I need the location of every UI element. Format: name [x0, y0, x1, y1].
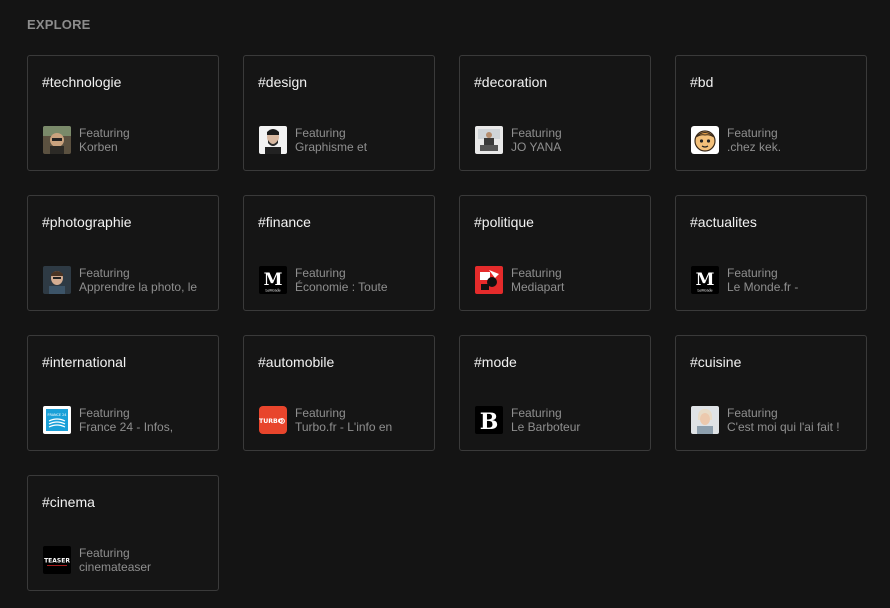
card-meta: Featuring Le Monde.fr -	[727, 266, 859, 294]
explore-card-mode[interactable]: #mode B Featuring Le Barboteur	[459, 335, 651, 451]
featuring-label: Featuring	[727, 406, 778, 420]
lemonde-logo-text: M	[696, 270, 715, 290]
card-tag: #design	[258, 74, 308, 90]
card-meta: Featuring France 24 - Infos,	[79, 406, 211, 434]
card-meta: Featuring .chez kek.	[727, 126, 859, 154]
featuring-label: Featuring	[511, 126, 562, 140]
card-tag: #technologie	[42, 74, 122, 90]
lemonde-logo-icon: M LeMonde	[259, 266, 287, 294]
lemonde-logo-text: M	[264, 270, 283, 290]
explore-card-decoration[interactable]: #decoration Featuring JO YANA	[459, 55, 651, 171]
explore-card-bd[interactable]: #bd Featuring .chez kek.	[675, 55, 867, 171]
card-tag: #cuisine	[690, 354, 742, 370]
featuring-label: Featuring	[79, 546, 130, 560]
explore-card-cinema[interactable]: #cinema TEASER Featuring cinemateaser	[27, 475, 219, 591]
explore-card-international[interactable]: #international FRANCE 24 Featuring Franc…	[27, 335, 219, 451]
france24-logo-text: FRANCE 24	[48, 413, 67, 417]
explore-card-finance[interactable]: #finance M LeMonde Featuring Économie : T…	[243, 195, 435, 311]
source-name: France 24 - Infos,	[79, 420, 174, 434]
card-meta: Featuring JO YANA	[511, 126, 643, 154]
featuring-label: Featuring	[295, 406, 346, 420]
source-name: cinemateaser	[79, 560, 152, 574]
featuring-label: Featuring	[511, 266, 562, 280]
apprendre-photo-avatar-icon	[43, 266, 71, 294]
source-name: Korben	[79, 140, 118, 154]
mediapart-logo-icon	[475, 266, 503, 294]
source-name: C'est moi qui l'ai fait !	[727, 420, 840, 434]
graphisme-avatar-icon	[259, 126, 287, 154]
card-meta: Featuring Mediapart	[511, 266, 643, 294]
card-meta: Featuring cinemateaser	[79, 546, 211, 574]
teaser-logo-icon: TEASER	[43, 546, 71, 574]
card-meta: Featuring Graphisme et	[295, 126, 427, 154]
card-meta: Featuring Korben	[79, 126, 211, 154]
card-tag: #cinema	[42, 494, 95, 510]
source-name: Mediapart	[511, 280, 565, 294]
featuring-label: Featuring	[295, 126, 346, 140]
explore-grid: #technologie Featuring Korben #design Fe…	[27, 55, 867, 591]
explore-card-politique[interactable]: #politique Featuring Mediapart	[459, 195, 651, 311]
card-meta: Featuring Le Barboteur	[511, 406, 643, 434]
barboteur-logo-icon: B	[475, 406, 503, 434]
card-meta: Featuring Turbo.fr - L'info en	[295, 406, 427, 434]
card-tag: #photographie	[42, 214, 132, 230]
card-tag: #mode	[474, 354, 517, 370]
featuring-label: Featuring	[727, 266, 778, 280]
source-name: Graphisme et	[295, 140, 368, 154]
barboteur-logo-text: B	[480, 409, 499, 434]
featuring-label: Featuring	[727, 126, 778, 140]
source-name: .chez kek.	[727, 140, 782, 154]
joyana-avatar-icon	[475, 126, 503, 154]
explore-card-design[interactable]: #design Featuring Graphisme et	[243, 55, 435, 171]
lemonde-logo-icon: M LeMonde	[691, 266, 719, 294]
card-tag: #international	[42, 354, 127, 370]
source-name: Le Monde.fr -	[727, 280, 799, 294]
explore-card-cuisine[interactable]: #cuisine Featuring C'est moi qui l'ai fa…	[675, 335, 867, 451]
explore-card-automobile[interactable]: #automobile TURBO Featuring Turbo.fr - L…	[243, 335, 435, 451]
lemonde-logo-subtext: LeMonde	[697, 289, 712, 293]
france24-logo-icon: FRANCE 24	[43, 406, 71, 434]
featuring-label: Featuring	[295, 266, 346, 280]
explore-card-technologie[interactable]: #technologie Featuring Korben	[27, 55, 219, 171]
featuring-label: Featuring	[79, 406, 130, 420]
korben-avatar-icon	[43, 126, 71, 154]
source-name: JO YANA	[511, 140, 562, 154]
turbo-logo-icon: TURBO	[259, 406, 287, 434]
source-name: Le Barboteur	[511, 420, 581, 434]
source-name: Économie : Toute	[295, 280, 388, 294]
featuring-label: Featuring	[511, 406, 562, 420]
cuisine-avatar-icon	[691, 406, 719, 434]
source-name: Turbo.fr - L'info en	[295, 420, 393, 434]
explore-card-photographie[interactable]: #photographie Featuring Apprendre la pho…	[27, 195, 219, 311]
card-tag: #politique	[474, 214, 534, 230]
lemonde-logo-subtext: LeMonde	[265, 289, 280, 293]
featuring-label: Featuring	[79, 126, 130, 140]
card-tag: #automobile	[258, 354, 335, 370]
card-tag: #finance	[258, 214, 311, 230]
featuring-label: Featuring	[79, 266, 130, 280]
source-name: Apprendre la photo, le	[79, 280, 198, 294]
card-tag: #decoration	[474, 74, 548, 90]
card-tag: #bd	[690, 74, 714, 90]
card-meta: Featuring C'est moi qui l'ai fait !	[727, 406, 859, 434]
card-tag: #actualites	[690, 214, 757, 230]
card-meta: Featuring Apprendre la photo, le	[79, 266, 211, 294]
chezkek-avatar-icon	[691, 126, 719, 154]
explore-card-actualites[interactable]: #actualites M LeMonde Featuring Le Monde.…	[675, 195, 867, 311]
teaser-logo-text: TEASER	[44, 558, 70, 565]
explore-heading: EXPLORE	[27, 17, 91, 32]
card-meta: Featuring Économie : Toute	[295, 266, 427, 294]
